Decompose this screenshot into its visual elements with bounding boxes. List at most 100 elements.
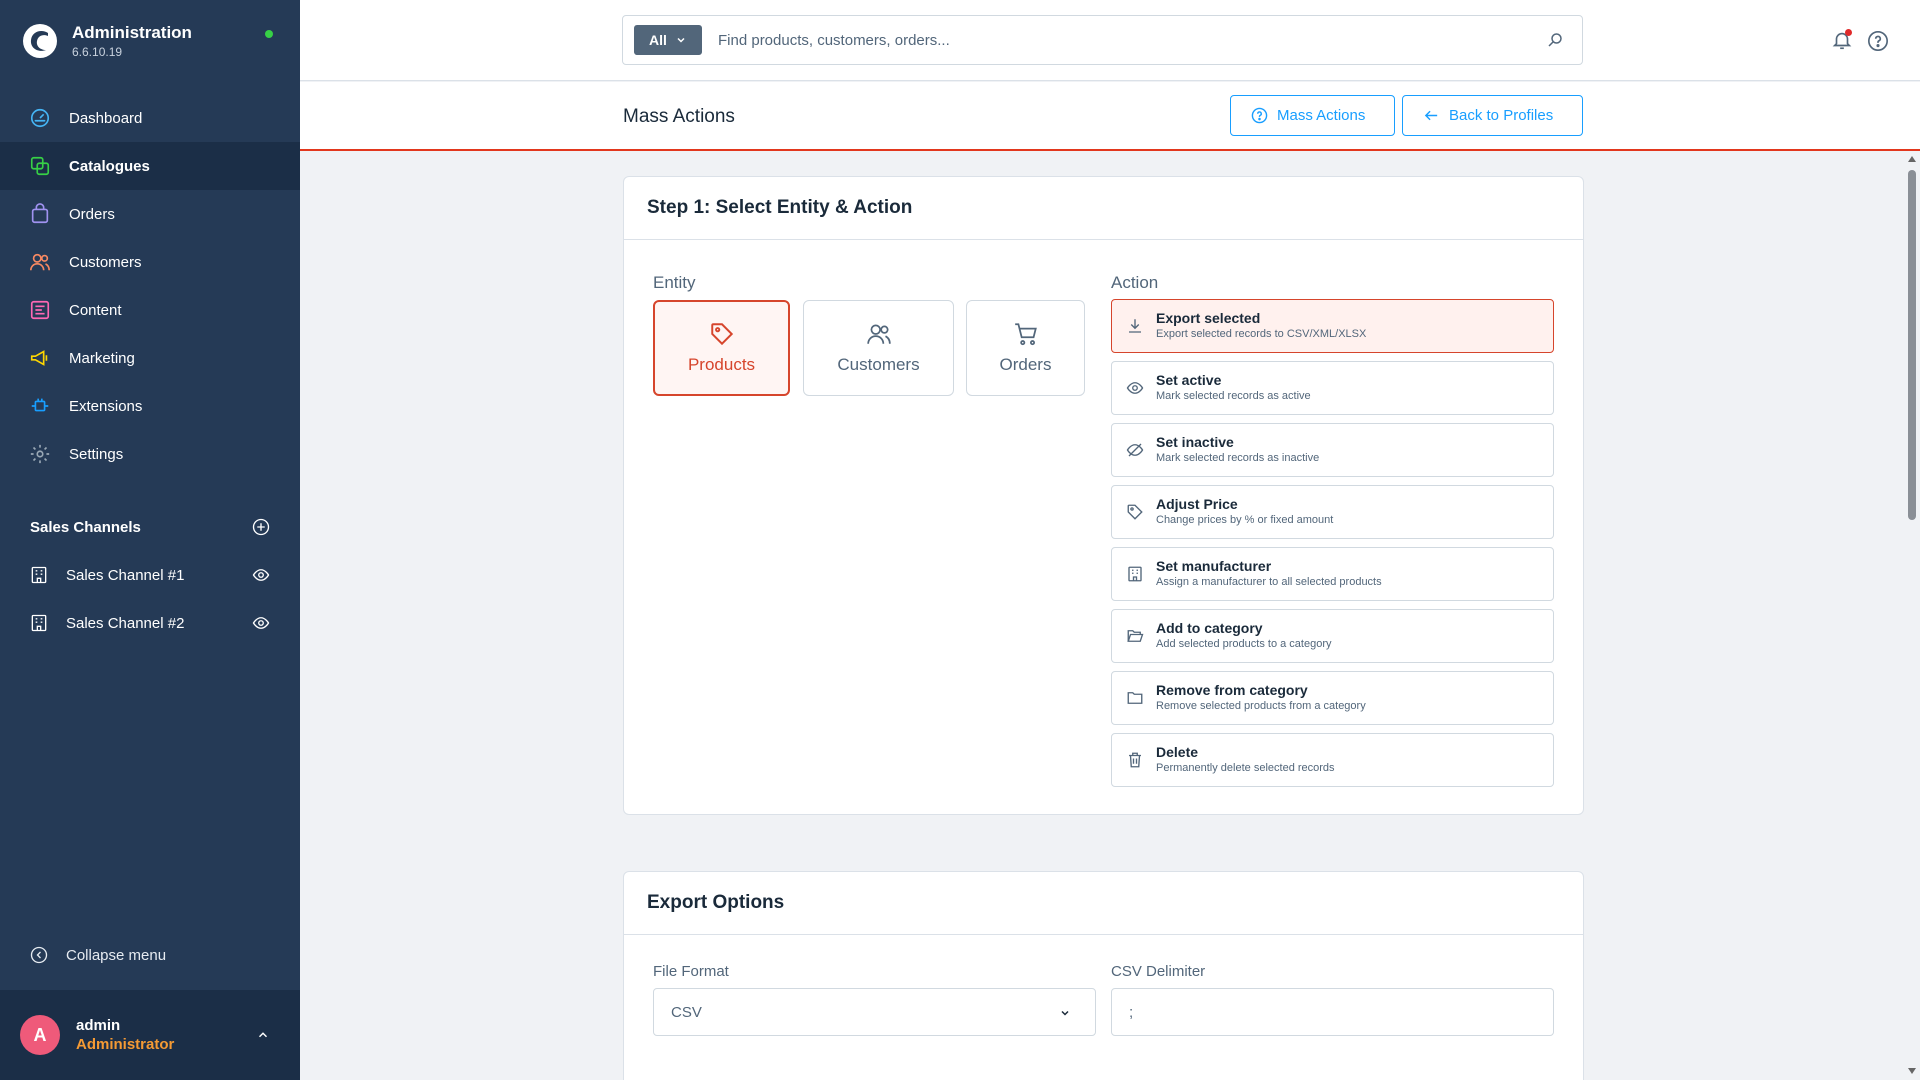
plug-icon xyxy=(29,395,51,417)
shopware-logo-icon xyxy=(23,24,57,58)
nav-label: Customers xyxy=(69,253,142,271)
sales-channel-item[interactable]: Sales Channel #1 xyxy=(0,551,300,599)
scrollbar-thumb[interactable] xyxy=(1908,170,1916,520)
tag-icon xyxy=(1126,503,1144,521)
folder-open-icon xyxy=(1126,627,1144,645)
nav-label: Marketing xyxy=(69,349,135,367)
collapse-menu-button[interactable]: Collapse menu xyxy=(30,946,166,964)
sales-channel-item[interactable]: Sales Channel #2 xyxy=(0,599,300,647)
action-desc: Remove selected products from a category xyxy=(1156,700,1366,712)
csv-delimiter-input[interactable]: ; xyxy=(1111,988,1554,1036)
eye-icon xyxy=(1126,379,1144,397)
tag-icon xyxy=(710,323,733,346)
file-format-select[interactable]: CSV xyxy=(653,988,1096,1036)
action-set-active[interactable]: Set active Mark selected records as activ… xyxy=(1111,361,1554,415)
chevron-down-icon xyxy=(1061,1010,1069,1016)
trash-icon xyxy=(1126,751,1144,769)
users-icon xyxy=(29,251,51,273)
add-circle-icon[interactable] xyxy=(252,518,270,536)
action-remove-from-category[interactable]: Remove from category Remove selected prod… xyxy=(1111,671,1554,725)
action-desc: Mark selected records as active xyxy=(1156,390,1311,402)
user-role: Administrator xyxy=(76,1036,175,1053)
entity-label-text: Customers xyxy=(837,355,920,374)
search-scope-dropdown[interactable]: All xyxy=(634,25,702,55)
eye-icon[interactable] xyxy=(252,614,270,632)
nav-item-content[interactable]: Content xyxy=(0,286,300,334)
nav-label: Extensions xyxy=(69,397,143,415)
action-title: Add to category xyxy=(1156,620,1263,636)
user-menu[interactable]: A admin Administrator xyxy=(0,990,300,1080)
action-title: Adjust Price xyxy=(1156,496,1238,512)
action-add-to-category[interactable]: Add to category Add selected products to … xyxy=(1111,609,1554,663)
scroll-up-arrow-icon[interactable] xyxy=(1908,156,1916,162)
sales-channels-header: Sales Channels xyxy=(30,518,270,536)
catalogue-icon xyxy=(29,155,51,177)
action-desc: Export selected records to CSV/XML/XLSX xyxy=(1156,328,1367,340)
collapse-label: Collapse menu xyxy=(66,946,167,964)
action-desc: Assign a manufacturer to all selected pr… xyxy=(1156,576,1382,588)
export-options-card: Export Options File Format CSV CSV Delim… xyxy=(623,871,1584,1080)
storefront-icon xyxy=(31,566,47,584)
eye-icon[interactable] xyxy=(252,566,270,584)
search-scope-label: All xyxy=(649,32,667,48)
search-input[interactable] xyxy=(718,31,1546,49)
action-delete[interactable]: Delete Permanently delete selected record… xyxy=(1111,733,1554,787)
entity-products[interactable]: Products xyxy=(653,300,790,396)
entity-label-text: Orders xyxy=(999,355,1052,374)
nav-item-extensions[interactable]: Extensions xyxy=(0,382,300,430)
step1-title: Step 1: Select Entity & Action xyxy=(624,177,1583,240)
entity-customers[interactable]: Customers xyxy=(803,300,954,396)
back-to-profiles-button[interactable]: Back to Profiles xyxy=(1402,95,1583,136)
file-format-label: File Format xyxy=(653,963,729,980)
export-options-title: Export Options xyxy=(624,872,1583,935)
back-label: Back to Profiles xyxy=(1449,107,1554,124)
entity-orders[interactable]: Orders xyxy=(966,300,1085,396)
sales-channel-label: Sales Channel #2 xyxy=(66,614,185,632)
action-export-selected[interactable]: Export selected Export selected records t… xyxy=(1111,299,1554,353)
app-title: Administration xyxy=(72,23,192,42)
gauge-icon xyxy=(29,107,51,129)
action-list: Export selected Export selected records t… xyxy=(1111,299,1554,795)
nav-item-marketing[interactable]: Marketing xyxy=(0,334,300,382)
nav-item-customers[interactable]: Customers xyxy=(0,238,300,286)
mass-actions-help-button[interactable]: Mass Actions xyxy=(1230,95,1395,136)
step1-card: Step 1: Select Entity & Action Entity Pr… xyxy=(623,176,1584,815)
users-icon xyxy=(866,324,891,344)
top-bar: All xyxy=(300,0,1920,81)
main-nav: Dashboard Catalogues Orders Customers Co… xyxy=(0,94,300,478)
app-version: 6.6.10.19 xyxy=(72,45,123,59)
action-title: Set manufacturer xyxy=(1156,558,1272,574)
csv-delimiter-value: ; xyxy=(1129,1003,1134,1021)
building-icon xyxy=(1126,565,1144,583)
action-desc: Add selected products to a category xyxy=(1156,638,1332,650)
action-desc: Change prices by % or fixed amount xyxy=(1156,514,1334,526)
nav-item-orders[interactable]: Orders xyxy=(0,190,300,238)
nav-item-settings[interactable]: Settings xyxy=(0,430,300,478)
search-icon[interactable] xyxy=(1546,31,1564,49)
download-icon xyxy=(1126,317,1144,335)
nav-item-dashboard[interactable]: Dashboard xyxy=(0,94,300,142)
chevron-left-circle-icon xyxy=(30,946,48,964)
chevron-down-icon xyxy=(677,37,685,43)
action-set-manufacturer[interactable]: Set manufacturer Assign a manufacturer to… xyxy=(1111,547,1554,601)
action-adjust-price[interactable]: Adjust Price Change prices by % or fixed … xyxy=(1111,485,1554,539)
nav-label: Settings xyxy=(69,445,124,463)
sales-channel-label: Sales Channel #1 xyxy=(66,566,185,584)
action-desc: Permanently delete selected records xyxy=(1156,762,1335,774)
action-set-inactive[interactable]: Set inactive Mark selected records as ina… xyxy=(1111,423,1554,477)
brand[interactable]: Administration 6.6.10.19 xyxy=(22,22,192,60)
entity-label: Entity xyxy=(653,273,696,292)
action-title: Set active xyxy=(1156,372,1222,388)
sidebar: Administration 6.6.10.19 Dashboard Catal… xyxy=(0,0,300,1080)
storefront-icon xyxy=(31,614,47,632)
nav-item-catalogues[interactable]: Catalogues xyxy=(0,142,300,190)
notification-badge xyxy=(1845,29,1852,36)
csv-delimiter-label: CSV Delimiter xyxy=(1111,963,1206,980)
gear-icon xyxy=(29,443,51,465)
action-title: Export selected xyxy=(1156,310,1261,326)
file-format-value: CSV xyxy=(671,1003,702,1021)
nav-label: Catalogues xyxy=(69,157,150,175)
scroll-down-arrow-icon[interactable] xyxy=(1908,1068,1916,1074)
help-icon[interactable] xyxy=(1867,30,1889,52)
mass-actions-label: Mass Actions xyxy=(1277,107,1366,124)
